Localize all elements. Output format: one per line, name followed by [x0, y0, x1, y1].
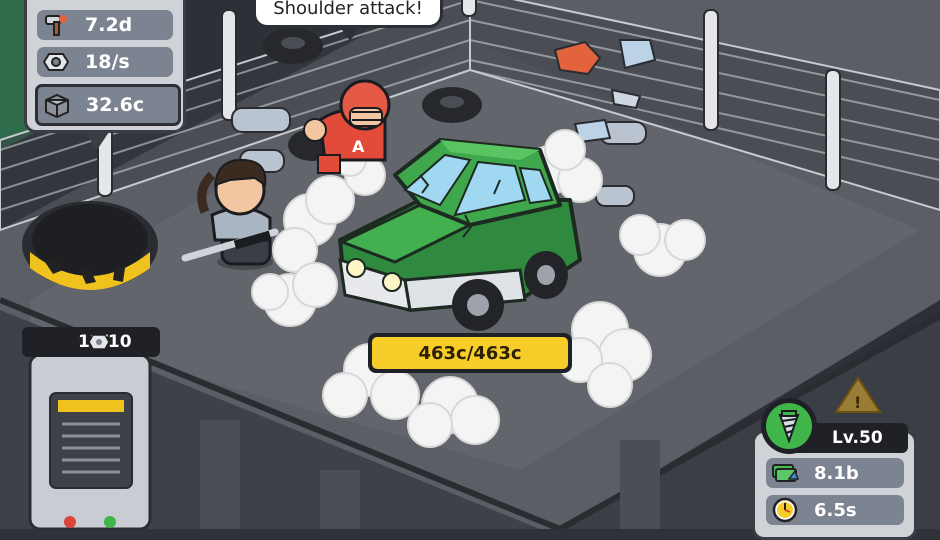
cash-crate-icon [42, 92, 72, 118]
upgrade-row-cash: 8.1b [766, 458, 904, 488]
nut-counter: 12/10 [22, 327, 160, 357]
cash-value: 32.6c [86, 94, 145, 116]
level-text: Lv.50 [832, 428, 883, 448]
damage-value: 7.2d [85, 14, 133, 36]
nut-icon [88, 333, 110, 356]
svg-text:A: A [352, 137, 365, 156]
cash-upgrade-icon [770, 460, 800, 486]
target-hp-fill: 463c/463c [372, 337, 568, 369]
speech-bubble-text: Shoulder attack! [273, 0, 423, 19]
target-hp-bar: 463c/463c [368, 333, 572, 373]
resource-machine [28, 353, 152, 529]
upgrade-time-value: 6.5s [814, 499, 857, 521]
target-hp-text: 463c/463c [418, 342, 522, 364]
clock-icon [770, 497, 800, 523]
nut-icon [41, 49, 71, 75]
hammer-icon [41, 12, 71, 38]
upgrade-cash-value: 8.1b [814, 462, 859, 484]
svg-text:!: ! [854, 393, 861, 412]
drill-icon [766, 403, 812, 449]
resource-stat-panel: 7.2d 18/s 32.6c [24, 0, 186, 150]
speech-bubble: Shoulder attack! [253, 0, 443, 41]
stat-row-rate: 18/s [37, 47, 173, 77]
stat-row-cash[interactable]: 32.6c [35, 84, 181, 126]
drill-upgrade-button[interactable] [761, 398, 817, 454]
stat-row-damage: 7.2d [37, 10, 173, 40]
rate-value: 18/s [85, 51, 130, 73]
upgrade-row-time: 6.5s [766, 495, 904, 525]
